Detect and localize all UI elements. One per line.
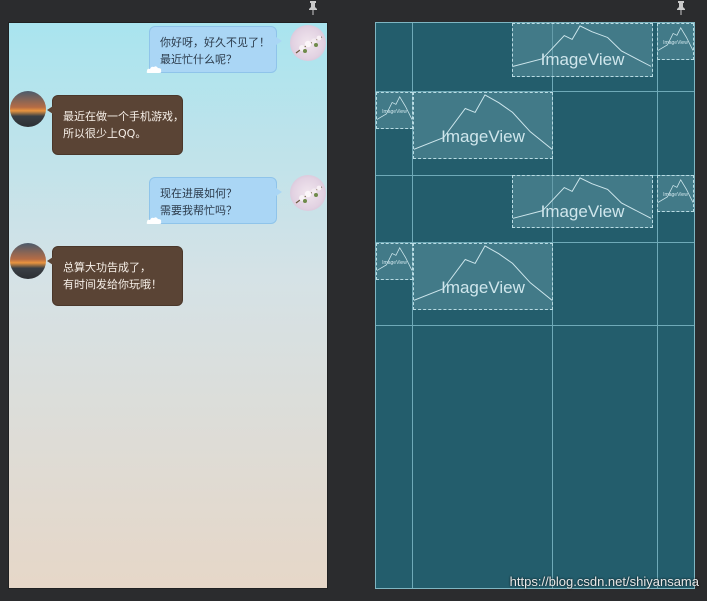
sunset-avatar [10,243,46,279]
message-line: 需要我帮忙吗？ [160,204,237,217]
imageview-placeholder[interactable]: ImageView [376,92,413,129]
imageview-label: ImageView [540,50,625,69]
imageview-placeholder[interactable]: ImageView [413,92,553,159]
imageview-placeholder[interactable]: ImageView [376,243,413,280]
imageview-placeholder[interactable]: ImageView [512,175,653,228]
message-line: 你好呀，好久不见了！ [160,36,270,49]
imageview-label: ImageView [441,278,525,297]
message-line: 所以很少上QQ。 [63,127,147,140]
cloud-icon [146,66,162,73]
imageview-label: ImageView [540,202,625,221]
imageview-placeholder[interactable]: ImageView [657,175,694,212]
imageview-label: ImageView [382,109,407,115]
imageview-label: ImageView [382,260,407,266]
mountain-image-placeholder [414,94,552,150]
message-line: 最近在做一个手机游戏， [63,110,184,123]
message-line: 现在进展如何？ [160,187,237,200]
imageview-label: ImageView [663,40,688,46]
cloud-icon [146,217,162,224]
mountain-image-placeholder [414,245,552,301]
imageview-placeholder[interactable]: ImageView [657,23,694,60]
flower-avatar [290,175,326,211]
watermark-text: https://blog.csdn.net/shiyansama [509,574,699,589]
layout-editor-canvas: 你好呀，好久不见了！ 最近忙什么呢？ 最近在做一个手机游戏， 所以很少上QQ。 … [0,0,707,601]
guide-line [657,23,658,588]
message-line: 最近忙什么呢？ [160,53,237,66]
blueprint-view[interactable]: ImageView ImageView ImageView ImageView [375,22,695,589]
imageview-label: ImageView [663,192,688,198]
chat-bubble-sent[interactable]: 现在进展如何？ 需要我帮忙吗？ [146,177,282,224]
sunset-avatar [10,91,46,127]
chat-bubble-received[interactable]: 总算大功告成了， 有时间发给你玩哦！ [47,246,183,306]
message-line: 总算大功告成了， [63,261,151,274]
imageview-label: ImageView [441,127,525,146]
chat-bubble-received[interactable]: 最近在做一个手机游戏， 所以很少上QQ。 [47,95,184,155]
guide-line [376,325,694,326]
imageview-placeholder[interactable]: ImageView [413,243,553,310]
design-preview[interactable]: 你好呀，好久不见了！ 最近忙什么呢？ 最近在做一个手机游戏， 所以很少上QQ。 … [9,23,327,588]
chat-bubble-sent[interactable]: 你好呀，好久不见了！ 最近忙什么呢？ [146,26,282,73]
pin-icon[interactable] [676,1,686,15]
flower-avatar [290,25,326,61]
message-line: 有时间发给你玩哦！ [63,278,162,291]
imageview-placeholder[interactable]: ImageView [512,23,653,77]
pin-icon[interactable] [308,1,318,15]
